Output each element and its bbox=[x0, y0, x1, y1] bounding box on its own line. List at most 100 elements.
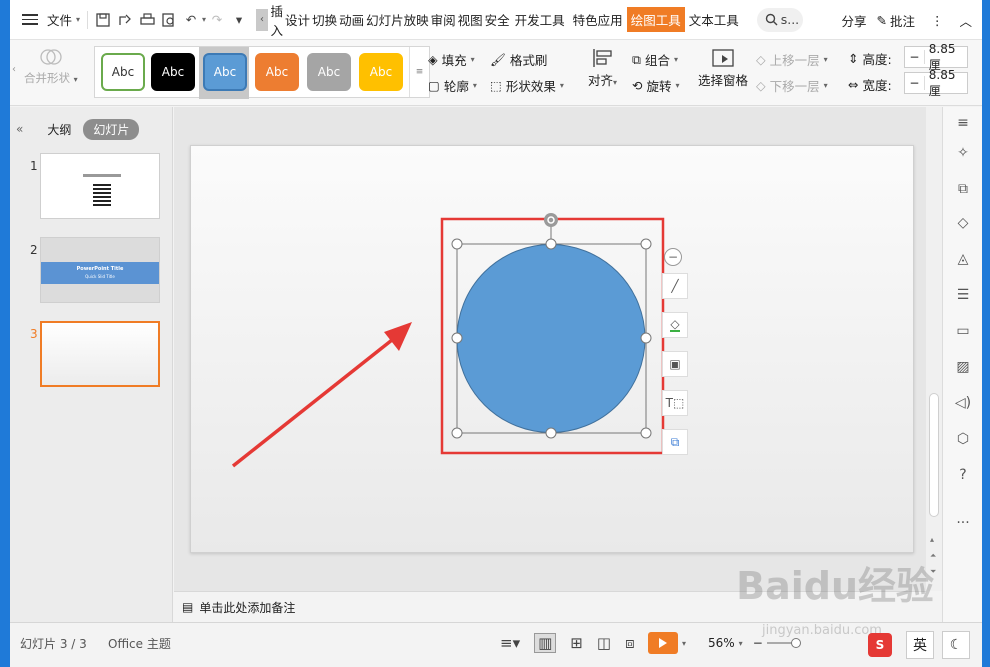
tab-outline[interactable]: 大纲 bbox=[47, 121, 71, 138]
panel-menu-icon[interactable]: ≡ bbox=[953, 113, 973, 133]
rotate-handle-icon[interactable] bbox=[544, 213, 558, 227]
properties-icon[interactable]: ☰ bbox=[953, 285, 973, 305]
tab-insert[interactable]: 插入 bbox=[270, 1, 284, 39]
export-icon[interactable] bbox=[114, 9, 136, 31]
ribbon-scroll-left-button[interactable]: ‹ bbox=[12, 64, 16, 75]
play-slideshow-button[interactable] bbox=[648, 632, 678, 654]
group-button[interactable]: ⧉ 组合 ▾ bbox=[632, 50, 678, 69]
backup-icon[interactable]: ⬡ bbox=[953, 429, 973, 449]
outline-button[interactable]: ▢ 轮廓 ▾ bbox=[428, 76, 477, 95]
slide-thumbnail-3[interactable] bbox=[40, 321, 160, 387]
resize-handle-left[interactable] bbox=[451, 332, 463, 344]
tab-scroll-left-button[interactable]: ‹ bbox=[256, 8, 269, 31]
align-button[interactable]: 对齐▾ bbox=[588, 48, 617, 89]
width-decrement-button[interactable]: − bbox=[905, 76, 925, 90]
style-swatch-1[interactable]: Abc bbox=[101, 53, 145, 91]
print-icon[interactable] bbox=[136, 9, 158, 31]
resize-handle-right[interactable] bbox=[640, 332, 652, 344]
file-menu[interactable]: 文件 ▾ bbox=[38, 0, 83, 40]
slide-sorter-icon[interactable]: ⊞ bbox=[570, 634, 583, 652]
shape-outline-icon[interactable]: ◇ bbox=[953, 213, 973, 233]
tab-view[interactable]: 视图 bbox=[457, 10, 484, 29]
undo-icon[interactable]: ↶ bbox=[180, 9, 202, 31]
presenter-view-icon[interactable]: ⧈ bbox=[625, 634, 635, 652]
slide-thumbnail-1[interactable] bbox=[40, 153, 160, 219]
resize-handle-bottom-right[interactable] bbox=[640, 427, 652, 439]
resize-handle-top[interactable] bbox=[545, 238, 557, 250]
zoom-out-button[interactable]: − bbox=[753, 636, 763, 650]
gallery-more-button[interactable]: ≡ bbox=[409, 47, 429, 97]
format-painter-button[interactable]: 🖌 格式刷 bbox=[490, 50, 547, 69]
slide-canvas[interactable] bbox=[190, 145, 914, 553]
style-swatch-4[interactable]: Abc bbox=[255, 53, 299, 91]
style-swatch-6[interactable]: Abc bbox=[359, 53, 403, 91]
tab-transitions[interactable]: 切换 bbox=[311, 10, 338, 29]
magic-icon[interactable]: ✧ bbox=[953, 143, 973, 163]
circle-shape[interactable] bbox=[456, 244, 646, 433]
shape-more-quick-button[interactable]: ⧉ bbox=[662, 429, 688, 455]
scroll-up-icon[interactable]: ▴ bbox=[930, 535, 934, 544]
collapse-float-toolbar-icon[interactable]: − bbox=[664, 248, 682, 266]
height-input[interactable]: − 8.85厘 bbox=[904, 42, 968, 72]
shape-outline-quick-button[interactable]: ▣ bbox=[662, 351, 688, 377]
search-box[interactable]: s... bbox=[756, 7, 803, 32]
tab-security[interactable]: 安全 bbox=[484, 10, 511, 29]
zoom-slider[interactable] bbox=[766, 638, 801, 648]
slide-thumbnail-2[interactable]: PowerPoint Title Quick Slid Title bbox=[40, 237, 160, 303]
selection-pane-button[interactable]: 选择窗格 bbox=[698, 48, 748, 89]
more-icon[interactable]: ··· bbox=[953, 513, 973, 533]
resize-handle-bottom-left[interactable] bbox=[451, 427, 463, 439]
resize-handle-bottom[interactable] bbox=[545, 427, 557, 439]
shape-effects-button[interactable]: ⬚ 形状效果 ▾ bbox=[490, 76, 564, 95]
hamburger-icon[interactable] bbox=[22, 14, 38, 25]
shape-style-quick-button[interactable]: ╱ bbox=[662, 273, 688, 299]
style-swatch-5[interactable]: Abc bbox=[307, 53, 351, 91]
zoom-level[interactable]: 56% bbox=[708, 636, 735, 650]
fill-button[interactable]: ◈ 填充 ▾ bbox=[428, 50, 475, 69]
tab-developer[interactable]: 开发工具 bbox=[511, 10, 569, 29]
sogou-ime-icon[interactable]: S bbox=[868, 633, 892, 657]
collapse-panel-icon[interactable]: « bbox=[16, 122, 23, 136]
collapse-ribbon-icon[interactable]: ︿ bbox=[959, 11, 972, 30]
vertical-scrollbar[interactable]: ▴ ⏶ ⏷ bbox=[926, 107, 942, 591]
save-icon[interactable] bbox=[92, 9, 114, 31]
tab-slides[interactable]: 幻灯片 bbox=[83, 118, 140, 140]
customize-toolbar-icon[interactable]: ▾ bbox=[228, 9, 250, 31]
shapes-icon[interactable]: ⧉ bbox=[953, 179, 973, 199]
audio-icon[interactable]: ◁) bbox=[953, 393, 973, 413]
notes-toggle-icon[interactable]: ≡▾ bbox=[500, 634, 520, 652]
zoom-dropdown-icon[interactable]: ▾ bbox=[739, 639, 743, 648]
tab-slideshow[interactable]: 幻灯片放映 bbox=[365, 10, 430, 29]
shape-fill-quick-button[interactable]: ◇ bbox=[662, 312, 688, 338]
scrollbar-thumb[interactable] bbox=[929, 393, 939, 517]
style-swatch-3[interactable]: Abc bbox=[203, 53, 247, 91]
archive-icon[interactable]: ▭ bbox=[953, 321, 973, 341]
reading-view-icon[interactable]: ◫ bbox=[597, 634, 611, 652]
tab-text-tools[interactable]: 文本工具 bbox=[685, 10, 743, 29]
tab-features[interactable]: 特色应用 bbox=[569, 10, 627, 29]
width-input[interactable]: − 8.85厘 bbox=[904, 68, 968, 98]
comment-button[interactable]: ✎ 批注 bbox=[876, 11, 915, 30]
slideshow-dropdown-icon[interactable]: ▾ bbox=[682, 639, 686, 648]
resize-handle-top-right[interactable] bbox=[640, 238, 652, 250]
theme-name[interactable]: Office 主题 bbox=[108, 633, 171, 653]
normal-view-icon[interactable]: ▥ bbox=[534, 633, 557, 653]
height-decrement-button[interactable]: − bbox=[905, 50, 925, 64]
rotate-button[interactable]: ⟲ 旋转 ▾ bbox=[632, 76, 680, 95]
help-icon[interactable]: ? bbox=[953, 465, 973, 485]
moon-icon[interactable]: ☾ bbox=[942, 631, 970, 659]
style-swatch-2[interactable]: Abc bbox=[151, 53, 195, 91]
zoom-slider-knob[interactable] bbox=[790, 638, 801, 648]
image-icon[interactable]: ▨ bbox=[953, 357, 973, 377]
resize-handle-top-left[interactable] bbox=[451, 238, 463, 250]
tab-design[interactable]: 设计 bbox=[284, 10, 311, 29]
fill-panel-icon[interactable]: ◬ bbox=[953, 249, 973, 269]
text-wrap-quick-button[interactable]: T⬚ bbox=[662, 390, 688, 416]
tab-review[interactable]: 审阅 bbox=[430, 10, 457, 29]
tab-drawing-tools[interactable]: 绘图工具 bbox=[626, 7, 685, 32]
tab-animations[interactable]: 动画 bbox=[338, 10, 365, 29]
share-button[interactable]: 分享 bbox=[841, 11, 866, 30]
print-preview-icon[interactable] bbox=[158, 9, 180, 31]
ime-language-button[interactable]: 英 bbox=[906, 631, 934, 659]
more-options-icon[interactable]: ⋮ bbox=[931, 13, 944, 28]
